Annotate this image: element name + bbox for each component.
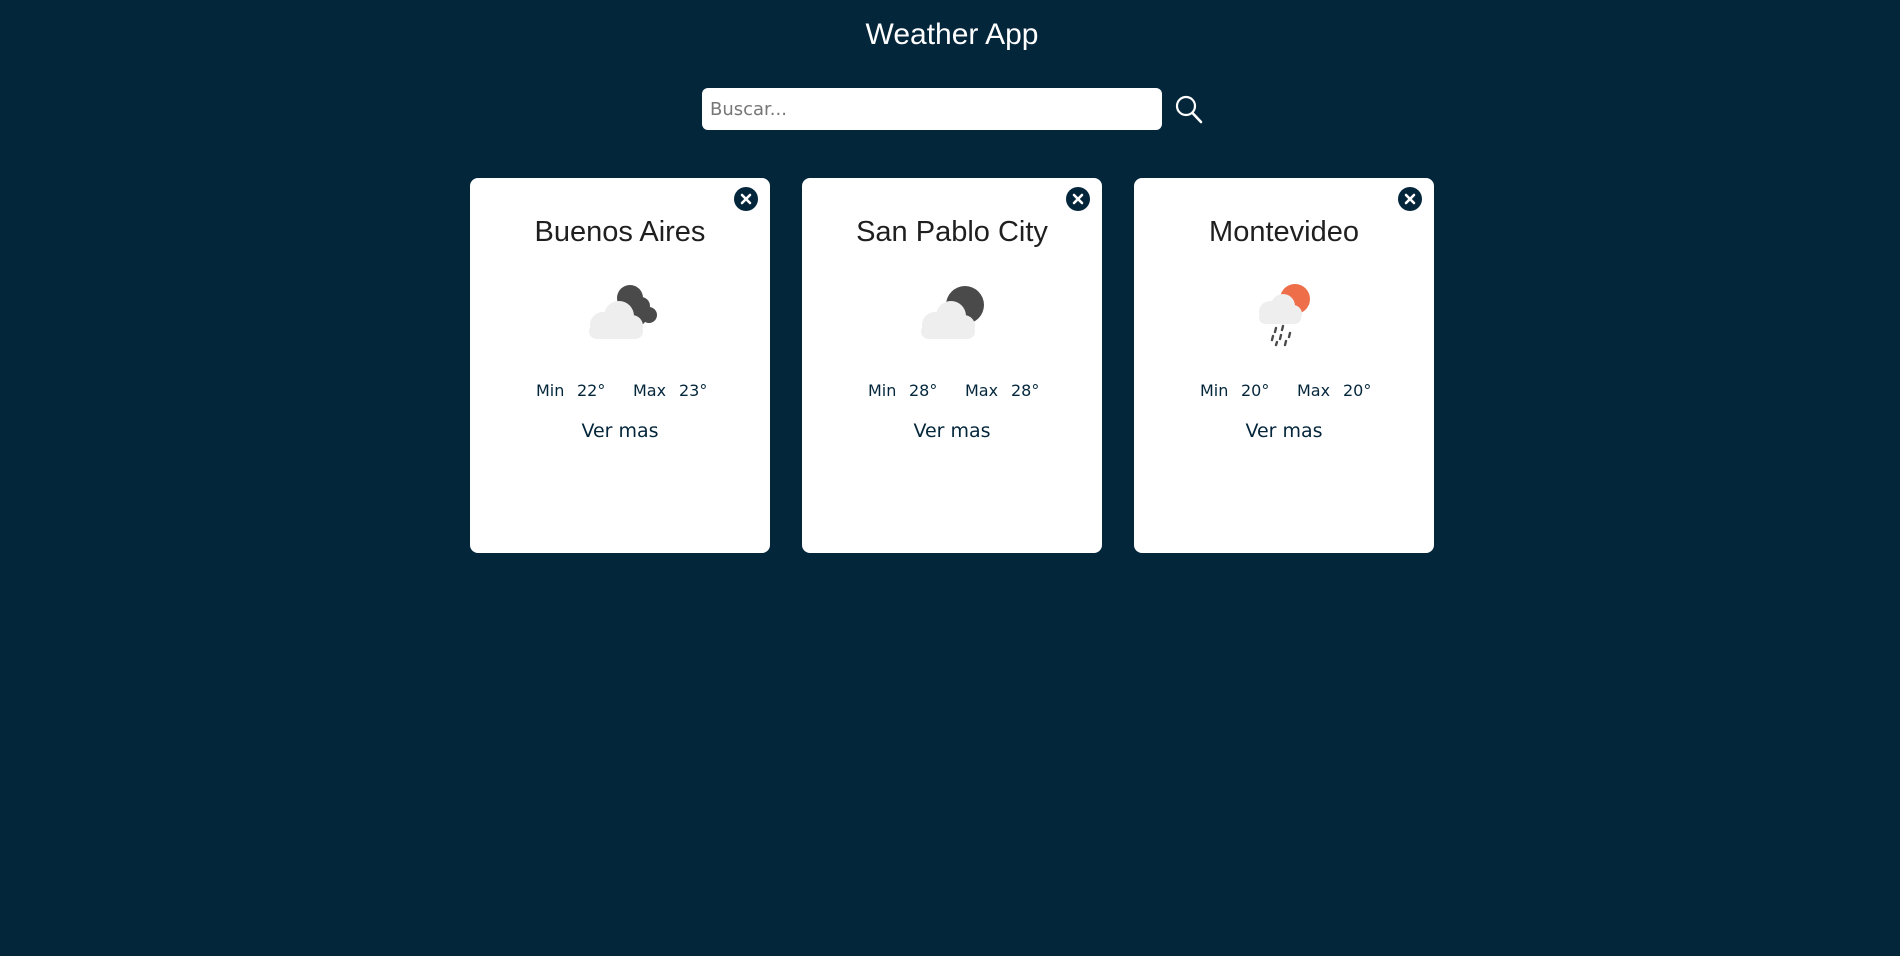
ver-mas-link[interactable]: Ver mas (1134, 418, 1434, 444)
close-card-button[interactable] (1398, 187, 1422, 211)
weather-app: Weather App Buenos Aires Min (0, 0, 1900, 956)
max-temp: 23° (679, 381, 708, 400)
cloud-moon-icon (921, 286, 984, 339)
temperature-range: Min 28° Max 28° (802, 379, 1102, 403)
min-temp: 20° (1241, 381, 1270, 400)
temperature-range: Min 20° Max 20° (1134, 379, 1434, 403)
close-icon (1072, 193, 1084, 205)
city-card-san-pablo-city: San Pablo City Min 28° Max 28° Ver mas (802, 178, 1102, 553)
close-icon (740, 193, 752, 205)
min-label: Min (868, 381, 897, 400)
city-card-buenos-aires: Buenos Aires Min 22° Max 23° Ver mas (470, 178, 770, 553)
max-label: Max (1297, 381, 1331, 400)
min-label: Min (536, 381, 565, 400)
max-temp: 28° (1011, 381, 1040, 400)
min-label: Min (1200, 381, 1229, 400)
max-temp: 20° (1343, 381, 1372, 400)
city-name: San Pablo City (856, 216, 1048, 248)
max-label: Max (633, 381, 667, 400)
temperature-range: Min 22° Max 23° (470, 379, 770, 403)
cloud-night-icon (589, 285, 657, 339)
ver-mas-link[interactable]: Ver mas (802, 418, 1102, 444)
rain-sun-icon (1259, 284, 1310, 347)
ver-mas-link[interactable]: Ver mas (470, 418, 770, 444)
min-temp: 28° (909, 381, 938, 400)
min-temp: 22° (577, 381, 606, 400)
close-card-button[interactable] (734, 187, 758, 211)
close-icon (1404, 193, 1416, 205)
city-card-montevideo: Montevideo Min 20° Max 20° Ver mas (1134, 178, 1434, 553)
search-input[interactable] (702, 88, 1162, 130)
search-icon (1175, 95, 1203, 124)
max-label: Max (965, 381, 999, 400)
city-name: Montevideo (1209, 216, 1359, 248)
app-title: Weather App (865, 18, 1039, 51)
city-name: Buenos Aires (534, 216, 706, 248)
search-button[interactable] (1174, 93, 1206, 127)
close-card-button[interactable] (1066, 187, 1090, 211)
